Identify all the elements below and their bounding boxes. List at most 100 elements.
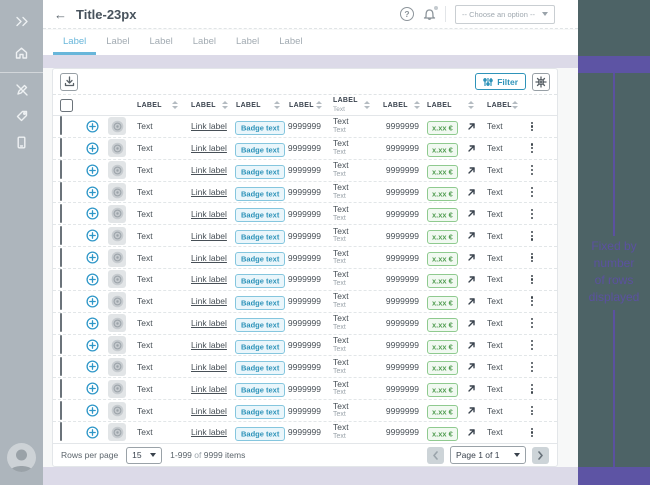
cell-link[interactable]: Link label: [183, 231, 233, 241]
sidebar-item-home[interactable]: [0, 40, 43, 66]
cell-link[interactable]: Link label: [183, 274, 233, 284]
row-menu-button[interactable]: [531, 253, 533, 263]
row-avatar[interactable]: [108, 183, 126, 201]
open-link-button[interactable]: [467, 166, 476, 175]
add-row-button[interactable]: [86, 186, 99, 199]
add-row-button[interactable]: [86, 251, 99, 264]
cell-link[interactable]: Link label: [183, 165, 233, 175]
row-menu-button[interactable]: [531, 122, 533, 132]
open-link-button[interactable]: [467, 144, 476, 153]
cell-link[interactable]: Link label: [183, 143, 233, 153]
sort-icon[interactable]: [274, 101, 280, 109]
previous-page-button[interactable]: [427, 447, 444, 464]
row-avatar[interactable]: [108, 314, 126, 332]
row-menu-button[interactable]: [531, 187, 533, 197]
row-avatar[interactable]: [108, 139, 126, 157]
row-checkbox[interactable]: [60, 248, 62, 267]
add-row-button[interactable]: [86, 142, 99, 155]
open-link-button[interactable]: [467, 319, 476, 328]
cell-link[interactable]: Link label: [183, 406, 233, 416]
sort-icon[interactable]: [468, 101, 474, 109]
sort-icon[interactable]: [172, 101, 178, 109]
cell-link[interactable]: Link label: [183, 362, 233, 372]
cell-link[interactable]: Link label: [183, 209, 233, 219]
add-row-button[interactable]: [86, 273, 99, 286]
row-checkbox[interactable]: [60, 226, 62, 245]
sidebar-item-device[interactable]: [0, 129, 43, 155]
tab-6[interactable]: Label: [269, 30, 312, 55]
notifications-bell-icon[interactable]: [423, 7, 436, 21]
row-menu-button[interactable]: [531, 318, 533, 328]
sort-icon[interactable]: [512, 101, 518, 109]
row-menu-button[interactable]: [531, 340, 533, 350]
open-link-button[interactable]: [467, 188, 476, 197]
download-button[interactable]: [60, 73, 78, 91]
row-menu-button[interactable]: [531, 143, 533, 153]
row-menu-button[interactable]: [531, 296, 533, 306]
settings-button[interactable]: [532, 73, 550, 91]
row-avatar[interactable]: [108, 161, 126, 179]
open-link-button[interactable]: [467, 231, 476, 240]
open-link-button[interactable]: [467, 362, 476, 371]
row-avatar[interactable]: [108, 205, 126, 223]
add-row-button[interactable]: [86, 295, 99, 308]
row-checkbox[interactable]: [60, 269, 62, 288]
cell-link[interactable]: Link label: [183, 427, 233, 437]
row-checkbox[interactable]: [60, 204, 62, 223]
filter-button[interactable]: Filter: [475, 73, 526, 90]
tab-2[interactable]: Label: [96, 30, 139, 55]
add-row-button[interactable]: [86, 339, 99, 352]
open-link-button[interactable]: [467, 297, 476, 306]
sidebar-expand-button[interactable]: [0, 8, 43, 34]
row-menu-button[interactable]: [531, 275, 533, 285]
row-checkbox[interactable]: [60, 379, 62, 398]
row-avatar[interactable]: [108, 270, 126, 288]
row-avatar[interactable]: [108, 358, 126, 376]
open-link-button[interactable]: [467, 275, 476, 284]
cell-link[interactable]: Link label: [183, 253, 233, 263]
tab-4[interactable]: Label: [183, 30, 226, 55]
tab-5[interactable]: Label: [226, 30, 269, 55]
row-avatar[interactable]: [108, 423, 126, 441]
open-link-button[interactable]: [467, 428, 476, 437]
header-option-select[interactable]: -- Choose an option --: [455, 5, 555, 24]
row-menu-button[interactable]: [531, 384, 533, 394]
help-icon[interactable]: ?: [400, 7, 414, 21]
cell-link[interactable]: Link label: [183, 296, 233, 306]
row-checkbox[interactable]: [60, 138, 62, 157]
cell-link[interactable]: Link label: [183, 187, 233, 197]
row-checkbox[interactable]: [60, 291, 62, 310]
row-avatar[interactable]: [108, 402, 126, 420]
add-row-button[interactable]: [86, 164, 99, 177]
row-checkbox[interactable]: [60, 313, 62, 332]
add-row-button[interactable]: [86, 404, 99, 417]
cell-link[interactable]: Link label: [183, 121, 233, 131]
row-menu-button[interactable]: [531, 209, 533, 219]
row-checkbox[interactable]: [60, 160, 62, 179]
open-link-button[interactable]: [467, 406, 476, 415]
row-checkbox[interactable]: [60, 116, 62, 135]
cell-link[interactable]: Link label: [183, 340, 233, 350]
row-menu-button[interactable]: [531, 231, 533, 241]
sort-icon[interactable]: [316, 101, 322, 109]
user-avatar[interactable]: [7, 443, 36, 472]
sidebar-item-edit[interactable]: [0, 77, 43, 103]
open-link-button[interactable]: [467, 209, 476, 218]
cell-link[interactable]: Link label: [183, 384, 233, 394]
add-row-button[interactable]: [86, 207, 99, 220]
row-avatar[interactable]: [108, 117, 126, 135]
row-checkbox[interactable]: [60, 182, 62, 201]
sort-icon[interactable]: [414, 101, 420, 109]
row-checkbox[interactable]: [60, 335, 62, 354]
row-checkbox[interactable]: [60, 401, 62, 420]
row-menu-button[interactable]: [531, 428, 533, 438]
tab-1[interactable]: Label: [53, 30, 96, 55]
open-link-button[interactable]: [467, 384, 476, 393]
row-avatar[interactable]: [108, 336, 126, 354]
row-avatar[interactable]: [108, 380, 126, 398]
tab-3[interactable]: Label: [140, 30, 183, 55]
sort-icon[interactable]: [364, 101, 370, 109]
sidebar-item-tags[interactable]: [0, 103, 43, 129]
row-avatar[interactable]: [108, 249, 126, 267]
row-avatar[interactable]: [108, 227, 126, 245]
